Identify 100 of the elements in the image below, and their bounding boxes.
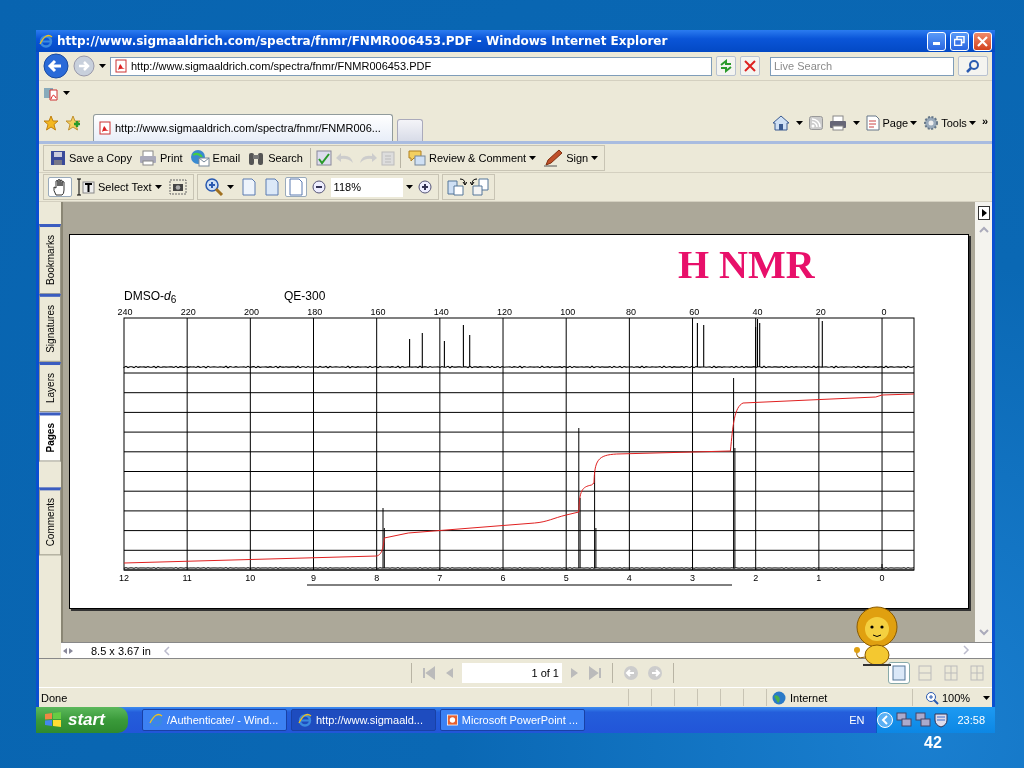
axis-label: 2	[753, 573, 759, 583]
tools-menu-button[interactable]: Tools	[923, 115, 976, 131]
hand-tool-button[interactable]	[48, 177, 72, 197]
browser-tab[interactable]: http://www.sigmaaldrich.com/spectra/fnmr/FNMR006...	[93, 114, 393, 141]
search-icon	[966, 59, 980, 73]
caret-icon	[63, 91, 70, 95]
speech-bubble-icon	[408, 150, 426, 166]
back-button[interactable]	[43, 53, 69, 79]
next-view-button[interactable]	[647, 665, 663, 681]
show-icons-button[interactable]	[877, 712, 894, 728]
forward-button[interactable]	[73, 55, 95, 77]
page-number-field[interactable]: 1 of 1	[462, 663, 562, 683]
axis-label: 6	[500, 573, 506, 583]
down-chevron-icon	[976, 626, 991, 638]
axis-label: 100	[560, 307, 576, 317]
toolbar-button[interactable]: Email	[187, 149, 243, 167]
restore-button[interactable]	[950, 31, 969, 51]
spectrum-title: H NMR	[678, 241, 815, 288]
axis-label: 7	[437, 573, 443, 583]
restore-icon	[954, 36, 965, 46]
axis-label: 0	[879, 573, 885, 583]
caret-icon	[968, 121, 976, 125]
close-icon	[977, 35, 988, 47]
caret-icon	[983, 695, 991, 700]
next-page-button[interactable]	[570, 666, 580, 680]
page-size-label: 8.5 x 3.67 in	[90, 644, 152, 657]
toolbar-button[interactable]: Print	[137, 150, 185, 166]
side-panel-tab[interactable]: Layers	[39, 361, 61, 412]
page-icon	[866, 115, 881, 131]
more-button[interactable]: »	[981, 115, 988, 127]
toolbar-button[interactable]: Review & Comment	[406, 150, 539, 166]
vertical-scrollbar[interactable]	[975, 202, 992, 642]
caret-icon	[405, 185, 413, 189]
page-layout-icon	[944, 665, 958, 681]
zoom-field[interactable]: 118%	[330, 177, 403, 197]
toolbar-button[interactable]: Search	[245, 150, 305, 166]
e-logo-icon	[149, 713, 163, 727]
caret-icon	[591, 156, 599, 160]
stop-button[interactable]	[740, 56, 760, 76]
axis-label: 160	[370, 307, 386, 317]
instrument-label: QE-300	[284, 289, 326, 303]
first-page-icon	[422, 666, 436, 680]
document-icon	[98, 121, 112, 135]
start-button[interactable]: start	[36, 707, 128, 733]
search-button[interactable]	[958, 56, 988, 76]
toolbar-button[interactable]: Save a Copy	[48, 150, 134, 166]
e-logo-icon	[298, 713, 312, 727]
search-field[interactable]: Live Search	[770, 56, 954, 76]
zoom-in-button[interactable]	[415, 180, 434, 194]
axis-label: 0	[881, 307, 887, 317]
last-page-button[interactable]	[588, 666, 602, 680]
axis-label: 200	[244, 307, 259, 317]
side-panel-tab[interactable]: Comments	[39, 487, 61, 556]
magnifier-plus-icon	[925, 690, 939, 705]
axis-label: 120	[497, 307, 512, 317]
first-page-button[interactable]	[422, 666, 436, 680]
snapshot-button[interactable]	[166, 179, 189, 195]
refresh-button[interactable]	[716, 56, 736, 76]
plus-circle-icon	[417, 180, 432, 194]
taskbar-button[interactable]: http://www.sigmaald...	[291, 709, 436, 731]
page-menu-button[interactable]: Page	[866, 115, 918, 131]
address-field[interactable]: http://www.sigmaaldrich.com/spectra/fnmr/FNMR006453.PDF	[110, 56, 712, 76]
text-cursor-icon	[77, 178, 95, 196]
left-arrow-circle-icon	[623, 665, 639, 681]
toolbar-button[interactable]: Sign	[541, 149, 601, 167]
side-panel-tab[interactable]: Signatures	[39, 294, 61, 362]
undo-icon	[335, 151, 355, 165]
globe-envelope-icon	[189, 149, 210, 167]
print-button[interactable]	[829, 115, 848, 131]
side-panel-tab[interactable]: Bookmarks	[39, 224, 61, 294]
shield-icon	[934, 712, 949, 728]
right-triangle-icon	[570, 666, 580, 680]
taskbar-button[interactable]: /Authenticate/ - Wind...	[142, 709, 287, 731]
binoculars-icon	[247, 150, 266, 166]
axis-label: 140	[433, 307, 449, 317]
home-button[interactable]	[772, 115, 791, 131]
axis-label: 180	[307, 307, 323, 317]
axis-label: 80	[626, 307, 636, 317]
language-indicator: EN	[849, 714, 866, 726]
windows-flag-icon	[44, 711, 62, 729]
taskbar-button[interactable]: Microsoft PowerPoint ...	[440, 709, 585, 731]
axis-label: 5	[563, 573, 569, 583]
caret-icon	[226, 185, 234, 189]
rotate-clockwise-icon	[446, 178, 467, 196]
zoom-out-button[interactable]	[309, 180, 328, 194]
previous-view-button[interactable]	[623, 665, 639, 681]
close-icon	[744, 60, 756, 72]
star-plus-icon	[65, 115, 81, 131]
close-button[interactable]	[973, 31, 992, 51]
new-tab-button[interactable]	[397, 119, 423, 141]
zoom-level-button[interactable]: 100%	[912, 689, 992, 706]
previous-page-button[interactable]	[444, 666, 454, 680]
page-layout-button[interactable]	[888, 662, 910, 684]
axis-label: 3	[690, 573, 696, 583]
side-panel-tab[interactable]: Pages	[39, 411, 61, 462]
minimize-button[interactable]	[927, 31, 946, 51]
feeds-button[interactable]	[809, 116, 824, 130]
redo-icon	[358, 151, 378, 165]
printer-icon	[829, 115, 848, 131]
e-logo-icon	[39, 34, 53, 48]
